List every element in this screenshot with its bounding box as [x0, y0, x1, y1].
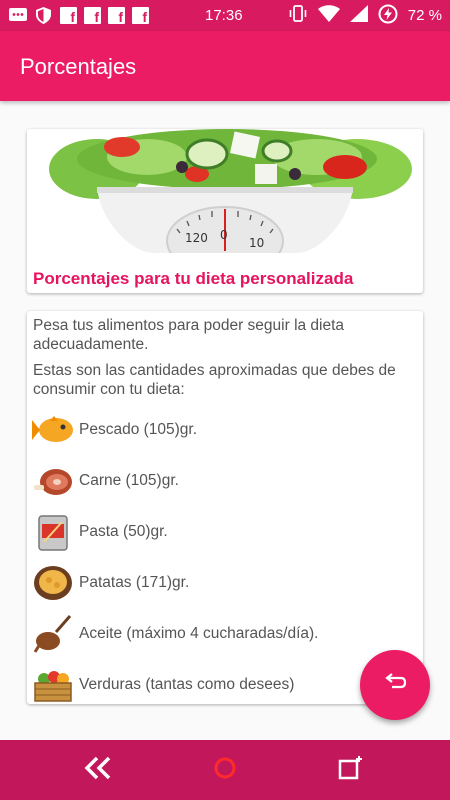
back-button[interactable] [63, 740, 133, 800]
vibrate-icon [288, 5, 308, 26]
food-label: Pescado (105)gr. [79, 421, 198, 438]
recents-icon [337, 755, 363, 786]
meat-icon [32, 461, 74, 501]
food-label: Aceite (máximo 4 cucharadas/día). [79, 625, 319, 642]
wifi-icon [317, 5, 340, 26]
undo-button[interactable] [360, 650, 430, 720]
list-item: Aceite (máximo 4 cucharadas/día). [32, 614, 319, 654]
shield-icon [34, 7, 53, 24]
subintro-text: Estas son las cantidades aproximadas que… [33, 362, 396, 398]
home-icon [213, 756, 237, 785]
svg-text:120: 120 [185, 231, 208, 245]
food-label: Carne (105)gr. [79, 472, 179, 489]
facebook-icon: f [132, 7, 149, 24]
app-bar: Porcentajes [0, 31, 450, 101]
home-button[interactable] [190, 740, 260, 800]
list-item: Carne (105)gr. [32, 461, 179, 501]
list-item: Pescado (105)gr. [32, 410, 197, 450]
food-label: Verduras (tantas como desees) [79, 676, 295, 693]
signal-icon [349, 5, 368, 26]
battery-percent: 72 % [407, 7, 442, 24]
battery-charging-icon [378, 4, 398, 28]
food-label: Patatas (171)gr. [79, 574, 190, 591]
svg-text:0: 0 [220, 228, 228, 242]
list-item: Pasta (50)gr. [32, 512, 168, 552]
page-title: Porcentajes [20, 54, 137, 79]
vegetables-icon [32, 665, 74, 704]
back-icon [84, 756, 112, 785]
messages-icon [8, 7, 27, 24]
oil-icon [32, 614, 74, 654]
food-label: Pasta (50)gr. [79, 523, 168, 540]
facebook-icon: f [60, 7, 77, 24]
facebook-icon: f [108, 7, 125, 24]
facebook-icon: f [84, 7, 101, 24]
potato-icon [32, 563, 74, 603]
navigation-bar [0, 740, 450, 800]
list-item: Verduras (tantas como desees) [32, 665, 294, 704]
list-item: Patatas (171)gr. [32, 563, 189, 603]
recents-button[interactable] [315, 740, 385, 800]
undo-icon [383, 672, 407, 698]
header-card: 120 0 10 Porcentajes para tu dieta perso… [27, 129, 423, 293]
content-card: Pesa tus alimentos para poder seguir la … [27, 311, 423, 704]
pasta-icon [32, 512, 74, 552]
svg-text:10: 10 [249, 236, 264, 250]
intro-text: Pesa tus alimentos para poder seguir la … [33, 317, 345, 353]
salad-scale-image: 120 0 10 [27, 129, 423, 253]
fish-icon [32, 410, 74, 450]
card-title: Porcentajes para tu dieta personalizada [33, 269, 354, 288]
status-time: 17:36 [205, 7, 243, 24]
status-bar: f f f f 17:36 72 % [0, 0, 450, 31]
